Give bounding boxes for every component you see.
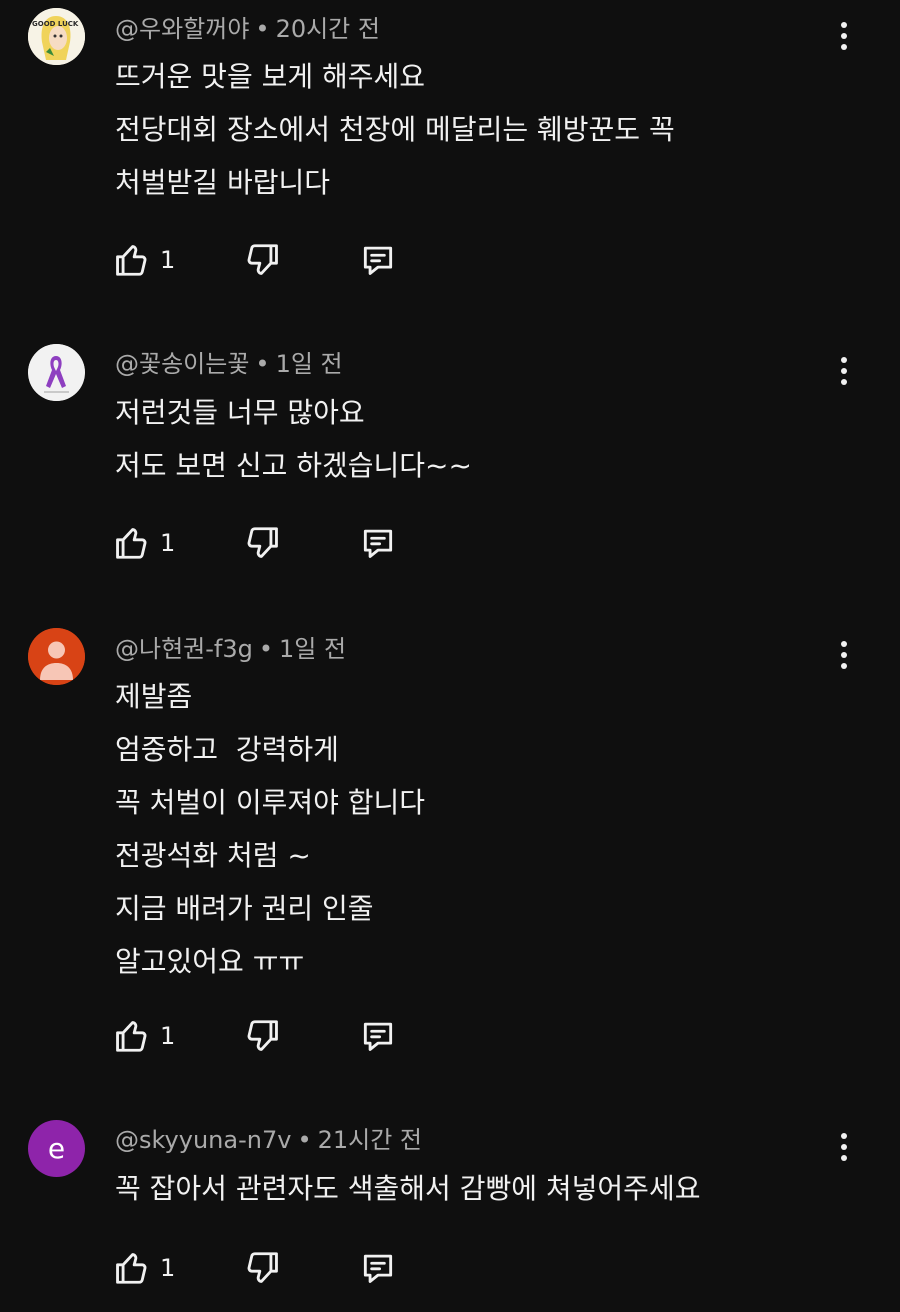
author-name[interactable]: @나현권-f3g xyxy=(115,635,253,663)
comment-actions: 1 xyxy=(112,521,432,565)
more-vertical-icon[interactable] xyxy=(828,16,860,56)
default-person-icon xyxy=(28,628,85,685)
like-count: 1 xyxy=(160,1022,176,1050)
reply-icon xyxy=(363,1254,393,1283)
avatar-logo-text: GOOD LUCK xyxy=(32,20,79,28)
like-button[interactable]: 1 xyxy=(112,1014,175,1058)
comment-actions: 1 xyxy=(112,1014,432,1058)
thumbs-up-icon xyxy=(116,528,147,559)
timestamp[interactable]: 1일 전 xyxy=(276,350,343,378)
thumbs-down-icon xyxy=(247,527,278,558)
comment-text-line: 뜨거운 맛을 보게 해주세요 xyxy=(115,60,426,93)
comment-body: 꼭 잡아서 관련자도 색출해서 감빵에 쳐넣어주세요 xyxy=(115,1162,700,1215)
like-count: 1 xyxy=(160,246,176,274)
comment-meta: @꽃송이는꽃 • 1일 전 xyxy=(115,350,343,378)
like-button[interactable]: 1 xyxy=(112,1246,175,1290)
reply-button[interactable] xyxy=(359,1014,397,1058)
comment-meta: @나현권-f3g • 1일 전 xyxy=(115,635,347,663)
comment-text-line: 엄중하고 강력하게 xyxy=(115,733,339,766)
author-name[interactable]: @꽃송이는꽃 xyxy=(115,350,249,378)
thumbs-up-icon xyxy=(116,1253,147,1284)
comment-meta: @skyyuna-n7v • 21시간 전 xyxy=(115,1126,423,1154)
comment-text-line: 지금 배려가 권리 인줄 xyxy=(115,892,374,925)
purple-ribbon-icon xyxy=(28,344,85,401)
thumbs-down-icon xyxy=(247,1020,278,1051)
dislike-button[interactable] xyxy=(244,1014,282,1058)
comment-text-line: 꼭 처벌이 이루져야 합니다 xyxy=(115,786,426,819)
dislike-button[interactable] xyxy=(244,521,282,565)
thumbs-up-icon xyxy=(116,1021,147,1052)
dislike-button[interactable] xyxy=(244,238,282,282)
comment-text-line: 꼭 잡아서 관련자도 색출해서 감빵에 쳐넣어주세요 xyxy=(115,1172,701,1205)
timestamp[interactable]: 1일 전 xyxy=(279,635,346,663)
like-count: 1 xyxy=(160,529,176,557)
like-button[interactable]: 1 xyxy=(112,238,175,282)
like-button[interactable]: 1 xyxy=(112,521,175,565)
avatar[interactable]: GOOD LUCK xyxy=(28,8,85,65)
more-vertical-icon[interactable] xyxy=(828,635,860,675)
comment-body: 뜨거운 맛을 보게 해주세요 전당대회 장소에서 천장에 메달리는 훼방꾼도 꼭… xyxy=(115,50,675,209)
comment-text-line: 저도 보면 신고 하겠습니다~~ xyxy=(115,449,472,482)
avatar[interactable]: e xyxy=(28,1120,85,1177)
comment-body: 제발좀 엄중하고 강력하게 꼭 처벌이 이루져야 합니다 전광석화 처럼 ~ 지… xyxy=(115,670,425,988)
avatar[interactable] xyxy=(28,344,85,401)
timestamp[interactable]: 20시간 전 xyxy=(276,15,380,43)
dislike-button[interactable] xyxy=(244,1246,282,1290)
comment-text-line: 전당대회 장소에서 천장에 메달리는 훼방꾼도 꼭 xyxy=(115,113,675,146)
more-vertical-icon[interactable] xyxy=(828,1127,860,1167)
avatar[interactable] xyxy=(28,628,85,685)
comment-text-line: 알고있어요 ㅠㅠ xyxy=(115,945,305,978)
comment-body: 저런것들 너무 많아요 저도 보면 신고 하겠습니다~~ xyxy=(115,386,472,492)
thumbs-up-icon xyxy=(116,245,147,276)
comment-text-line: 저런것들 너무 많아요 xyxy=(115,396,365,429)
avatar-letter: e xyxy=(47,1132,66,1165)
comment-text-line: 제발좀 xyxy=(115,680,193,713)
reply-icon xyxy=(363,1022,393,1051)
comment-actions: 1 xyxy=(112,1246,432,1290)
reply-icon xyxy=(363,246,393,275)
thumbs-down-icon xyxy=(247,1252,278,1283)
reply-button[interactable] xyxy=(359,521,397,565)
reply-button[interactable] xyxy=(359,238,397,282)
author-name[interactable]: @skyyuna-n7v xyxy=(115,1126,291,1154)
thumbs-down-icon xyxy=(247,244,278,275)
comment-text-line: 처벌받길 바랍니다 xyxy=(115,166,330,199)
timestamp[interactable]: 21시간 전 xyxy=(318,1126,422,1154)
like-count: 1 xyxy=(160,1254,176,1282)
reply-button[interactable] xyxy=(359,1246,397,1290)
comment-meta: @우와할꺼야 • 20시간 전 xyxy=(115,15,380,43)
author-name[interactable]: @우와할꺼야 xyxy=(115,15,249,43)
avatar-image: GOOD LUCK xyxy=(28,8,85,65)
comment-text-line: 전광석화 처럼 ~ xyxy=(115,839,311,872)
more-vertical-icon[interactable] xyxy=(828,351,860,391)
reply-icon xyxy=(363,529,393,558)
comment-actions: 1 xyxy=(112,238,432,282)
